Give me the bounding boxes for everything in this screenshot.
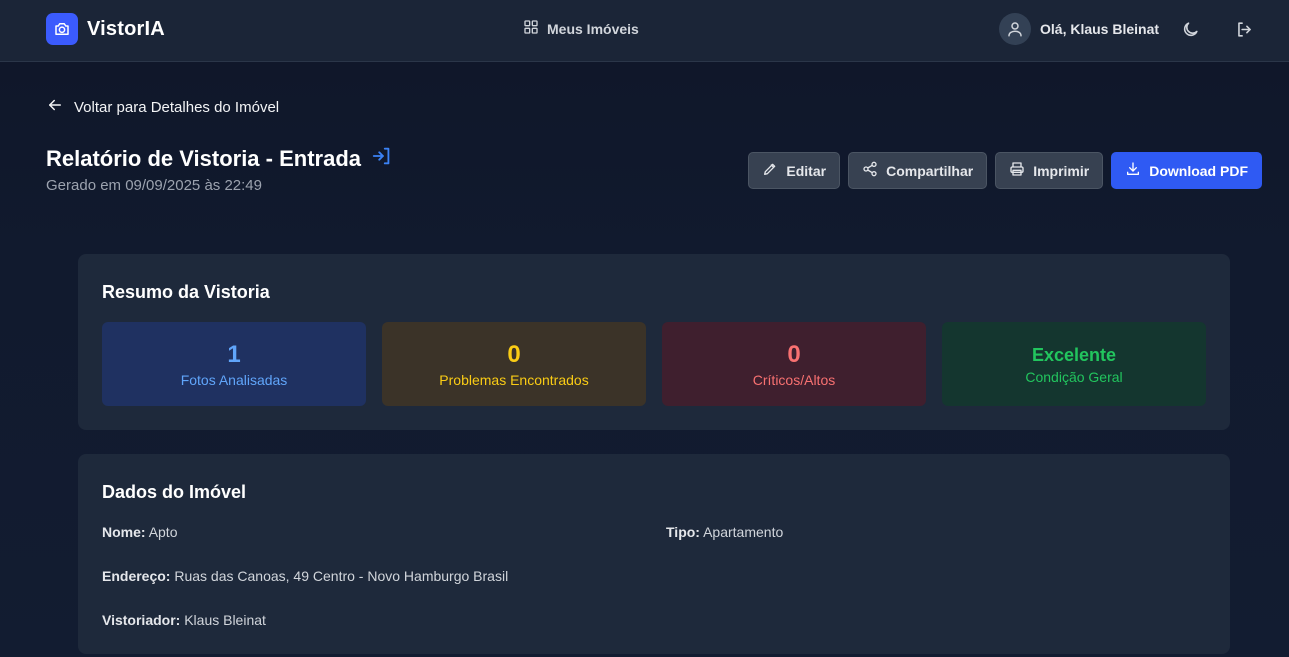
edit-button[interactable]: Editar: [748, 152, 841, 189]
summary-title: Resumo da Vistoria: [102, 282, 270, 302]
brand[interactable]: VistorIA: [46, 13, 165, 45]
top-navbar: VistorIA Meus Imóveis Olá, Klaus Bleinat: [0, 0, 1289, 62]
logout-icon[interactable]: [1233, 18, 1255, 40]
print-label: Imprimir: [1033, 162, 1090, 179]
download-icon: [1125, 161, 1141, 180]
edit-label: Editar: [786, 162, 827, 179]
field-value: Klaus Bleinat: [184, 612, 266, 628]
download-label: Download PDF: [1149, 162, 1248, 179]
grid-icon: [523, 19, 539, 38]
stat-label: Problemas Encontrados: [439, 371, 589, 388]
stat-label: Fotos Analisadas: [180, 371, 288, 388]
camera-icon: [46, 13, 78, 45]
field-value: Apto: [148, 524, 178, 540]
user-icon: [999, 13, 1031, 45]
stat-critical: 0 Críticos/Altos: [662, 322, 926, 406]
field-label: Vistoriador:: [102, 612, 181, 628]
printer-icon: [1009, 161, 1025, 180]
property-title: Dados do Imóvel: [102, 482, 247, 502]
field-name: Nome: Apto: [102, 524, 178, 540]
brand-name: VistorIA: [87, 17, 165, 40]
back-link[interactable]: Voltar para Detalhes do Imóvel: [46, 96, 279, 118]
stat-photos: 1 Fotos Analisadas: [102, 322, 366, 406]
page-title: Relatório de Vistoria - Entrada: [46, 145, 393, 172]
share-button[interactable]: Compartilhar: [848, 152, 988, 189]
field-label: Endereço:: [102, 568, 171, 584]
stat-label: Condição Geral: [1025, 368, 1123, 385]
summary-card: Resumo da Vistoria 1 Fotos Analisadas 0 …: [78, 254, 1230, 430]
theme-toggle-moon-icon[interactable]: [1179, 18, 1201, 40]
field-address: Endereço: Ruas das Canoas, 49 Centro - N…: [102, 568, 508, 584]
stat-value: 1: [227, 340, 241, 368]
nav-meus-imoveis[interactable]: Meus Imóveis: [523, 19, 639, 38]
arrow-left-icon: [46, 96, 64, 118]
user-menu[interactable]: Olá, Klaus Bleinat: [999, 13, 1159, 45]
field-type: Tipo: Apartamento: [666, 524, 783, 540]
field-value: Ruas das Canoas, 49 Centro - Novo Hambur…: [174, 568, 509, 584]
stat-label: Críticos/Altos: [752, 371, 836, 388]
stat-problems: 0 Problemas Encontrados: [382, 322, 646, 406]
stat-condition: Excelente Condição Geral: [942, 322, 1206, 406]
download-pdf-button[interactable]: Download PDF: [1111, 152, 1262, 189]
report-title: Relatório de Vistoria - Entrada: [46, 145, 362, 171]
report-actions: Editar Compartilhar Imprimir Download PD…: [748, 152, 1262, 189]
property-data-card: Dados do Imóvel Nome: Apto Tipo: Apartam…: [78, 454, 1230, 654]
summary-stats: 1 Fotos Analisadas 0 Problemas Encontrad…: [102, 322, 1206, 406]
login-entry-icon: [371, 145, 393, 172]
field-label: Tipo:: [666, 524, 700, 540]
field-label: Nome:: [102, 524, 146, 540]
back-link-label: Voltar para Detalhes do Imóvel: [74, 98, 280, 116]
share-label: Compartilhar: [886, 162, 974, 179]
generated-date: Gerado em 09/09/2025 às 22:49: [46, 177, 262, 194]
share-icon: [862, 161, 878, 180]
field-value: Apartamento: [703, 524, 784, 540]
nav-label: Meus Imóveis: [547, 20, 639, 37]
print-button[interactable]: Imprimir: [995, 152, 1104, 189]
pencil-icon: [762, 161, 778, 180]
stat-value: Excelente: [1031, 344, 1117, 365]
stat-value: 0: [787, 340, 801, 368]
stat-value: 0: [507, 340, 521, 368]
user-greeting: Olá, Klaus Bleinat: [1040, 21, 1160, 37]
field-inspector: Vistoriador: Klaus Bleinat: [102, 612, 266, 628]
